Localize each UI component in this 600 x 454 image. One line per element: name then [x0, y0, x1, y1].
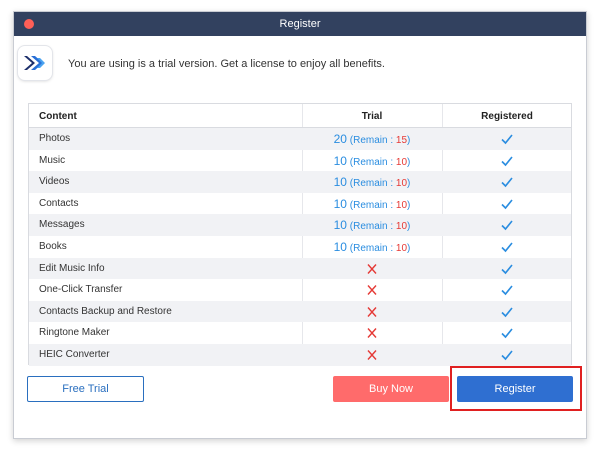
table-row: One-Click Transfer: [29, 279, 571, 301]
table-row: Contacts Backup and Restore: [29, 300, 572, 323]
row-label: Contacts: [39, 197, 79, 209]
checkmark-icon: [442, 198, 572, 213]
table-row: Music 10 (Remain : 10): [29, 150, 571, 172]
remain-label: (Remain :: [349, 156, 396, 168]
trial-quota: 10 (Remain : 10): [302, 240, 442, 254]
remain-label: (Remain :: [349, 199, 396, 211]
buy-now-button[interactable]: Buy Now: [333, 376, 449, 402]
header-trial: Trial: [361, 111, 383, 122]
checkmark-icon: [442, 284, 572, 299]
row-label: Music: [39, 154, 66, 166]
row-label: Messages: [39, 219, 85, 231]
trial-count: 10: [333, 196, 347, 211]
trial-banner: You are using is a trial version. Get a …: [18, 46, 558, 82]
checkmark-icon: [442, 133, 572, 148]
row-label: Ringtone Maker: [39, 327, 110, 339]
remain-close: ): [407, 221, 411, 233]
remain-close: ): [407, 156, 411, 168]
trial-count: 20: [333, 132, 347, 146]
remain-count: 15: [395, 135, 408, 146]
remain-count: 10: [395, 178, 408, 190]
table-row: Messages 10 (Remain : 10): [29, 214, 571, 236]
trial-quota: 20 (Remain : 15): [302, 132, 442, 146]
table-row: Books 10 (Remain : 10): [29, 236, 571, 258]
remain-label: (Remain :: [349, 221, 396, 233]
table-row: Edit Music Info: [29, 257, 572, 280]
remain-label: (Remain :: [349, 135, 396, 146]
checkmark-icon: [442, 241, 572, 256]
row-label: Edit Music Info: [39, 262, 105, 274]
cross-icon: [302, 284, 442, 299]
trial-quota: 10 (Remain : 10): [302, 197, 442, 211]
remain-label: (Remain :: [349, 243, 396, 254]
remain-close: ): [407, 178, 411, 190]
app-logo-icon: [18, 46, 52, 80]
cross-icon: [302, 263, 442, 278]
cross-icon: [302, 306, 442, 321]
checkmark-icon: [442, 155, 572, 170]
table-row: Videos 10 (Remain : 10): [29, 171, 571, 193]
table-row: Ringtone Maker: [29, 322, 571, 344]
checkmark-icon: [442, 263, 572, 278]
remain-label: (Remain :: [349, 178, 396, 190]
remain-close: ): [407, 243, 411, 254]
table-row: HEIC Converter: [29, 344, 571, 366]
window-title: Register: [279, 18, 321, 30]
remain-count: 10: [395, 221, 408, 233]
checkmark-icon: [442, 327, 572, 342]
trial-count: 10: [333, 218, 347, 233]
row-label: Books: [39, 241, 67, 252]
remain-count: 10: [395, 243, 408, 254]
row-label: One-Click Transfer: [39, 284, 123, 296]
checkmark-icon: [442, 219, 572, 234]
table-row: Photos 20 (Remain : 15): [29, 128, 571, 150]
cross-icon: [302, 349, 442, 364]
trial-count: 10: [333, 240, 347, 254]
header-content: Content: [39, 111, 77, 122]
trial-quota: 10 (Remain : 10): [302, 154, 442, 168]
trial-count: 10: [333, 175, 347, 190]
register-button[interactable]: Register: [457, 376, 573, 402]
remain-close: ): [407, 199, 411, 211]
header-registered: Registered: [481, 111, 533, 122]
remain-count: 10: [395, 199, 408, 211]
row-label: HEIC Converter: [39, 349, 110, 360]
checkmark-icon: [442, 176, 572, 191]
remain-close: ): [407, 135, 411, 146]
cross-icon: [302, 327, 442, 342]
title-bar: Register: [14, 12, 586, 36]
checkmark-icon: [442, 306, 572, 321]
table-header: Content Trial Registered: [29, 104, 571, 128]
checkmark-icon: [442, 349, 572, 364]
trial-quota: 10 (Remain : 10): [302, 175, 442, 189]
feature-comparison-table: Content Trial Registered Photos 20 (Remai…: [28, 103, 572, 366]
table-row: Contacts 10 (Remain : 10): [29, 193, 571, 215]
remain-count: 10: [395, 156, 408, 168]
free-trial-button[interactable]: Free Trial: [27, 376, 144, 402]
row-label: Contacts Backup and Restore: [39, 305, 172, 317]
trial-quota: 10 (Remain : 10): [302, 218, 442, 232]
trial-message: You are using is a trial version. Get a …: [68, 58, 385, 70]
trial-count: 10: [333, 153, 347, 168]
row-label: Photos: [39, 133, 71, 144]
row-label: Videos: [39, 176, 70, 188]
